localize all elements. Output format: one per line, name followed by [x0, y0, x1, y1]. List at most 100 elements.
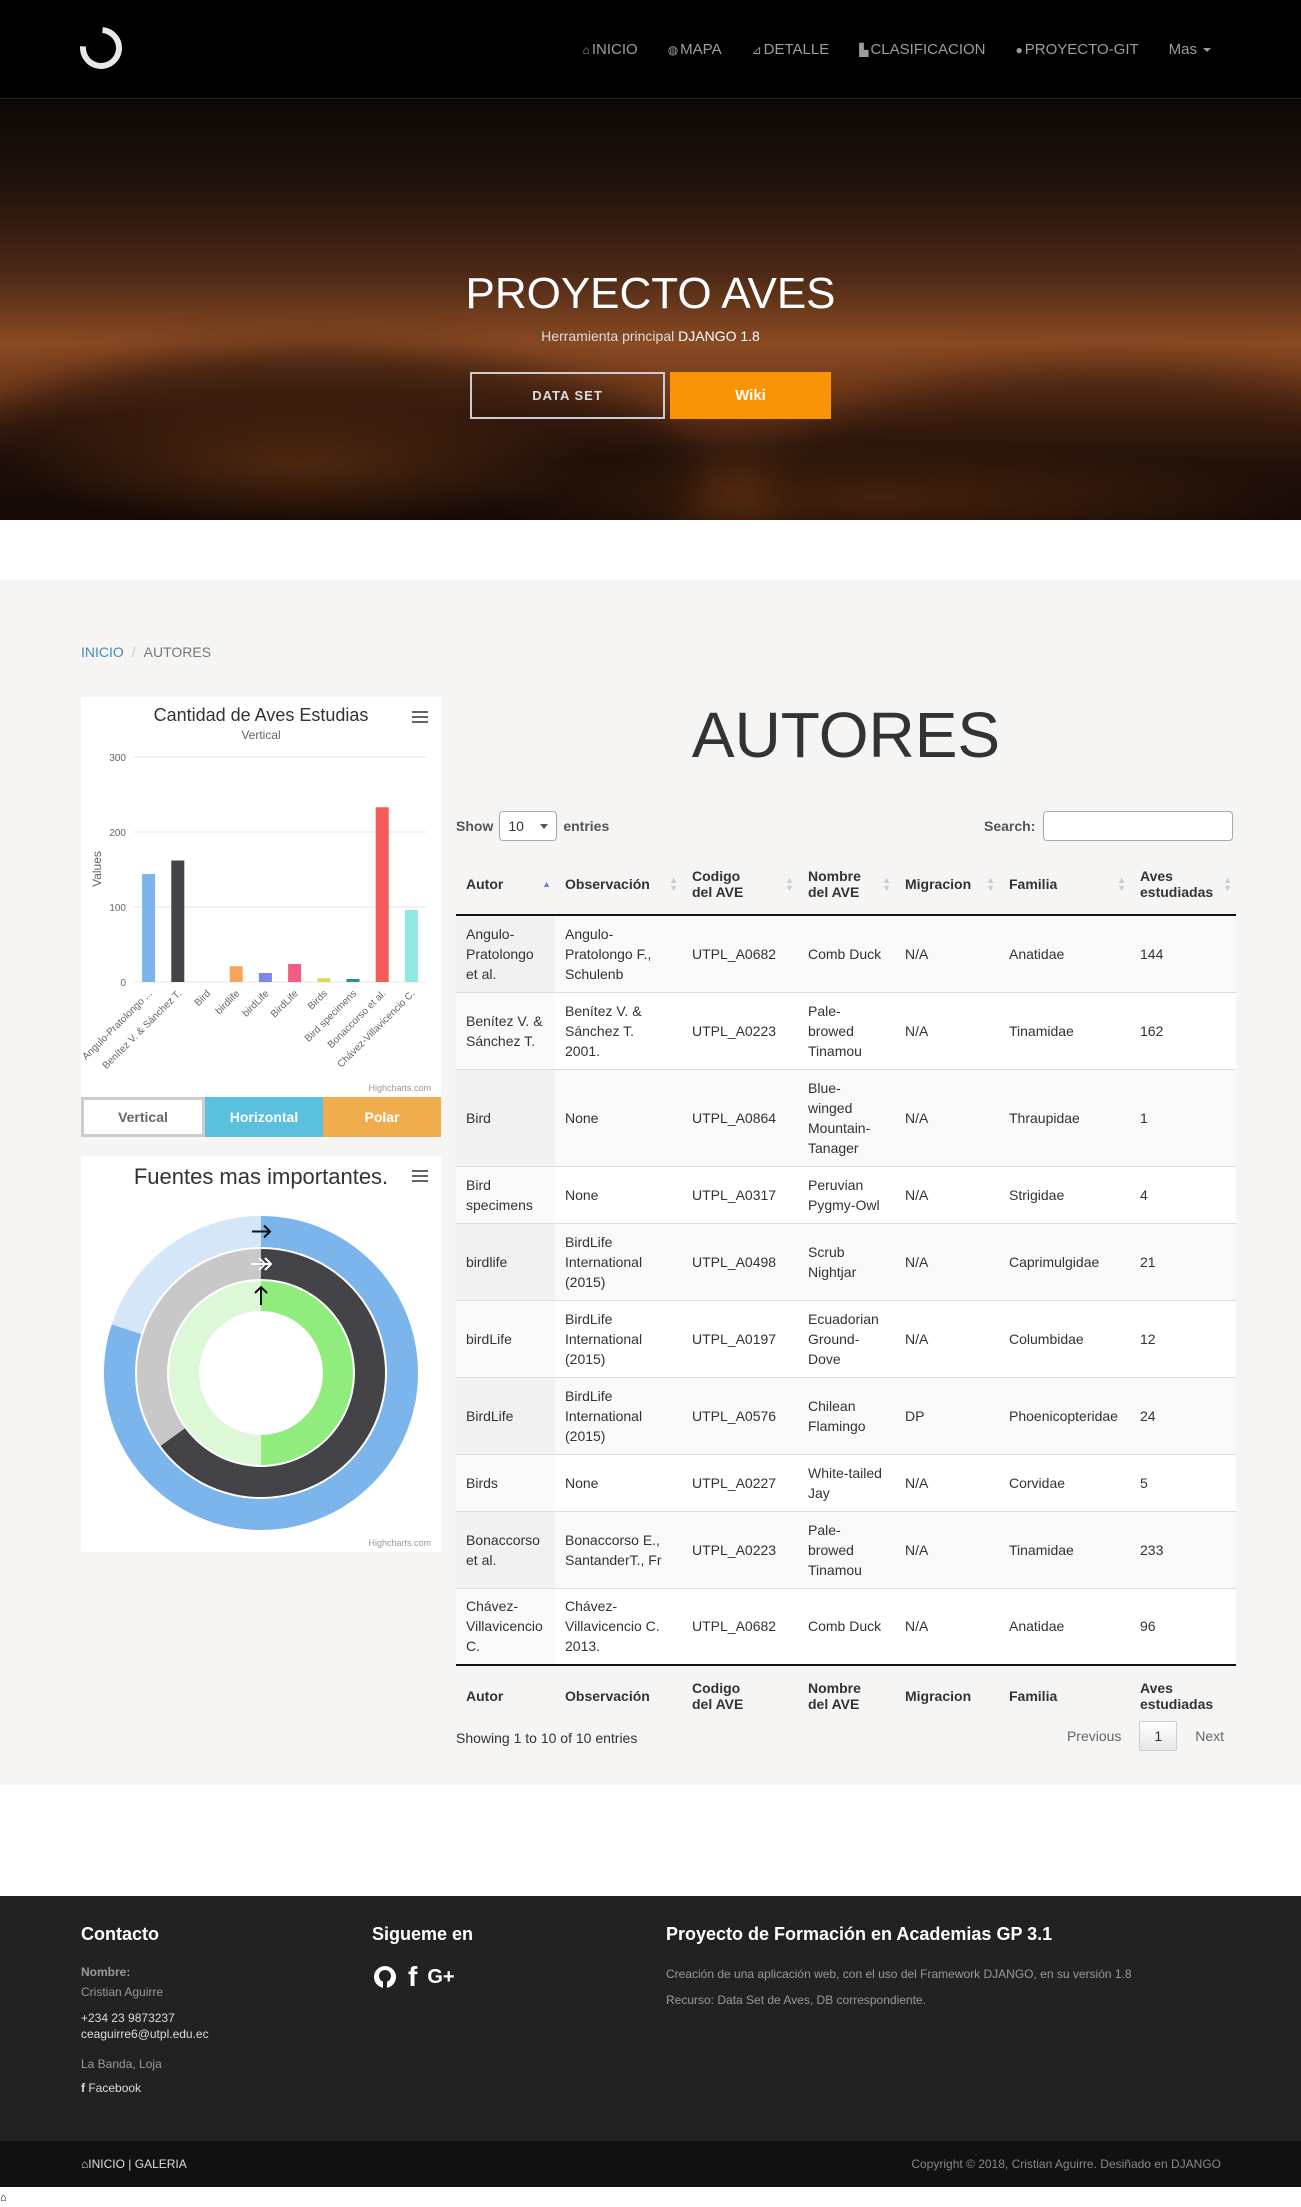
column-header-label: Nombre	[808, 867, 861, 884]
bar[interactable]	[229, 966, 243, 982]
entries-select[interactable]: 10	[499, 811, 558, 841]
table-cell: Chávez-Villavicencio C. 2013.	[555, 1587, 682, 1665]
nav-item-clasificacion[interactable]: ▙ CLASIFICACION	[859, 41, 985, 58]
column-header[interactable]: Aves estudiadas ▲ ▼	[1130, 853, 1236, 916]
logo-icon[interactable]	[71, 18, 131, 78]
facebook-icon[interactable]: f	[408, 1961, 417, 1993]
hamburger-menu-icon[interactable]	[412, 711, 428, 723]
project-description: Creación de una aplicación web, con el u…	[666, 1967, 1132, 1981]
horizontal-button[interactable]: Horizontal	[205, 1097, 323, 1137]
column-header: Migracion	[895, 1664, 999, 1725]
next-button[interactable]: Next	[1183, 1722, 1236, 1750]
table-cell: UTPL_A0227	[682, 1453, 798, 1511]
column-header[interactable]: Codigo del AVE ▲ ▼	[682, 853, 798, 916]
hero-subtitle-highlight: DJANGO 1.8	[678, 328, 760, 344]
hamburger-menu-icon[interactable]	[412, 1170, 428, 1182]
breadcrumb-separator: /	[131, 644, 136, 660]
bar[interactable]	[317, 978, 331, 982]
globe-icon: ◍	[667, 42, 679, 57]
bar[interactable]	[171, 860, 185, 983]
table-row[interactable]: BirdLife BirdLife International (2015) UTP…	[456, 1376, 1236, 1454]
footer-inicio-link[interactable]: INICIO	[88, 2157, 125, 2171]
facebook-link[interactable]: f Facebook	[81, 2081, 209, 2095]
footer-project: Proyecto de Formación en Academias GP 3.…	[666, 1924, 1132, 2009]
column-header-label: del AVE	[808, 1695, 860, 1712]
column-header[interactable]: Nombre del AVE ▲ ▼	[798, 853, 895, 916]
nav-item-inicio[interactable]: ⌂ INICIO	[583, 41, 638, 58]
copyright-text: Copyright © 2018, Cristian Aguirre. Desi…	[911, 2157, 1221, 2171]
x-tick-label: birdlife	[214, 988, 243, 1017]
table-cell: Pale-browed Tinamou	[798, 1510, 895, 1588]
nav-item-mapa[interactable]: ◍ MAPA	[668, 41, 722, 58]
nav-item-mas-dropdown[interactable]: Mas	[1169, 41, 1211, 58]
bar[interactable]	[404, 910, 418, 982]
table-cell: 24	[1130, 1376, 1236, 1454]
search-input[interactable]	[1043, 811, 1234, 841]
page-title: AUTORES	[691, 699, 1001, 771]
table-cell: Caprimulgidae	[999, 1222, 1130, 1300]
highcharts-credit[interactable]: Highcharts.com	[368, 1083, 431, 1093]
table-cell: Columbidae	[999, 1299, 1130, 1377]
breadcrumb-home-link[interactable]: INICIO	[81, 644, 124, 660]
column-header-label: Codigo	[692, 1679, 741, 1696]
vertical-button[interactable]: Vertical	[81, 1097, 205, 1137]
column-header-label: del AVE	[692, 883, 744, 900]
column-header[interactable]: Familia ▲ ▼	[999, 853, 1130, 916]
project-heading: Proyecto de Formación en Academias GP 3.…	[666, 1924, 1053, 1944]
data-set-button[interactable]: DATA SET	[470, 372, 665, 419]
column-header-label: del AVE	[692, 1695, 744, 1712]
y-tick-label: 200	[109, 828, 126, 839]
table-row[interactable]: birdLife BirdLife International (2015) UTP…	[456, 1299, 1236, 1377]
table-cell: UTPL_A0317	[682, 1165, 798, 1223]
home-icon[interactable]: ⌂	[0, 2192, 7, 2204]
nav-item-proyecto-git[interactable]: ● PROYECTO-GIT	[1016, 41, 1139, 58]
nav-item-detalle[interactable]: ⊿ DETALLE	[752, 41, 830, 58]
table-cell: Phoenicopteridae	[999, 1376, 1130, 1454]
highcharts-credit[interactable]: Highcharts.com	[368, 1538, 431, 1548]
column-header[interactable]: Autor ▲	[456, 853, 555, 916]
footer-contact: Contacto Nombre: Cristian Aguirre +234 2…	[81, 1924, 209, 2095]
bar[interactable]	[346, 979, 360, 982]
table-row[interactable]: Bird specimens None UTPL_A0317 Peruvian Pyg…	[456, 1165, 1236, 1223]
table-row[interactable]: Chávez-Villavicencio C. Chávez-Villavicen…	[456, 1587, 1236, 1665]
table-cell: Angulo-Pratolongo F., Schulenb	[555, 914, 682, 992]
table-cell: None	[555, 1453, 682, 1511]
bar[interactable]	[288, 964, 302, 982]
table-row[interactable]: Birds None UTPL_A0227 White-tailed Jay N/A Co…	[456, 1453, 1236, 1511]
table-cell: Blue-winged Mountain-Tanager	[798, 1068, 895, 1166]
table-row[interactable]: birdlife BirdLife International (2015) UTP…	[456, 1222, 1236, 1300]
column-header[interactable]: Observación ▲ ▼	[555, 853, 682, 916]
table-cell: Bird	[456, 1068, 555, 1166]
bar[interactable]	[375, 807, 389, 982]
table-row[interactable]: Angulo-Pratolongo et al. Angulo-Pratolong…	[456, 914, 1236, 992]
page-1-button[interactable]: 1	[1139, 1721, 1178, 1751]
sort-icon: ▲ ▼	[785, 874, 794, 893]
table-row[interactable]: Bonaccorso et al. Bonaccorso E., Santande…	[456, 1510, 1236, 1588]
main-content: INICIO / AUTORES Cantidad de Aves Estudias…	[0, 580, 1301, 1785]
google-plus-icon[interactable]: G+	[427, 1966, 454, 1989]
column-header-label: Autor	[466, 875, 504, 892]
chart-title: Fuentes mas importantes.	[134, 1164, 388, 1189]
contact-email[interactable]: ceaguirre6@utpl.edu.ec	[81, 2027, 209, 2041]
contact-name: Cristian Aguirre	[81, 1985, 164, 1999]
column-header[interactable]: Migracion ▲ ▼	[895, 853, 999, 916]
nav-label: DETALLE	[763, 41, 830, 58]
column-header-label: estudiadas	[1140, 1695, 1214, 1712]
bar[interactable]	[142, 874, 156, 982]
polar-button[interactable]: Polar	[323, 1097, 441, 1137]
table-cell: Scrub Nightjar	[798, 1222, 895, 1300]
table-row[interactable]: Bird None UTPL_A0864 Blue-winged Mountain-T…	[456, 1068, 1236, 1166]
table-row[interactable]: Benítez V. & Sánchez T. Benítez V. & Sánc…	[456, 991, 1236, 1069]
table-cell: Bonaccorso E., SantanderT., Fr	[555, 1510, 682, 1588]
table-cell: UTPL_A0223	[682, 1510, 798, 1588]
table-cell: Comb Duck	[798, 1587, 895, 1665]
github-icon[interactable]	[372, 1964, 398, 1990]
table-cell: 96	[1130, 1587, 1236, 1665]
bar[interactable]	[258, 973, 272, 982]
column-header-label: Autor	[466, 1687, 504, 1704]
wiki-button[interactable]: Wiki	[670, 372, 831, 419]
footer-galeria-link[interactable]: GALERIA	[135, 2157, 187, 2171]
column-header-label: Observación	[565, 875, 650, 892]
previous-button[interactable]: Previous	[1055, 1722, 1133, 1750]
y-tick-label: 0	[120, 978, 126, 989]
